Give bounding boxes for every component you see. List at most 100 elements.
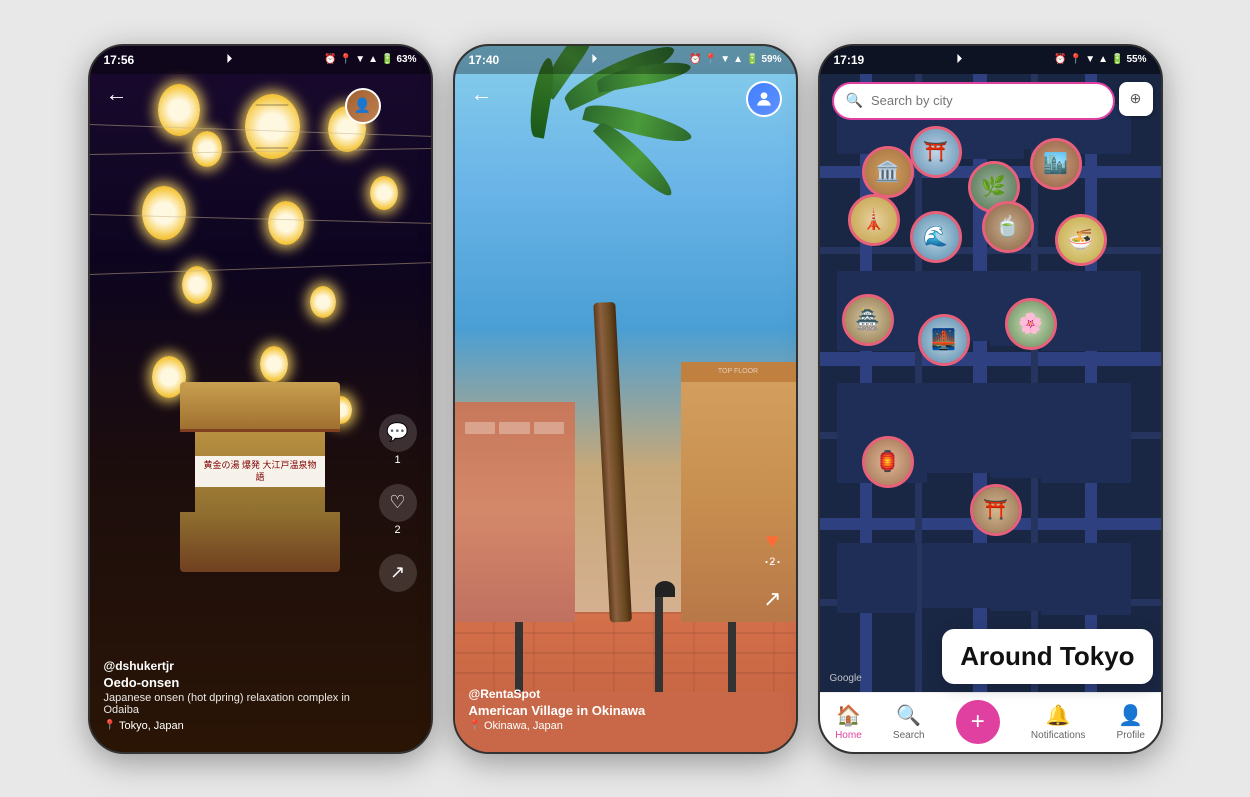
share-button-2[interactable]: ↗	[763, 586, 781, 612]
map-pin-5[interactable]: 🗼	[848, 194, 900, 246]
map-pin-8[interactable]: 🍜	[1055, 214, 1107, 266]
block13	[837, 543, 917, 613]
avatar-image: 👤	[345, 88, 381, 124]
wifi-icon2: ▲	[733, 54, 743, 65]
comment-icon: 💬	[379, 414, 417, 452]
lamp-head-2	[655, 581, 675, 597]
lamp-2	[655, 597, 663, 697]
share-icon-2: ↗	[763, 586, 781, 612]
search-nav-icon: 🔍	[896, 703, 921, 728]
map-pin-2[interactable]: ⛩️	[910, 126, 962, 178]
building-left	[455, 402, 575, 622]
post-location-2: Okinawa, Japan	[469, 720, 736, 732]
phone2-time: 17:40	[469, 53, 500, 67]
action-icons: 💬 1 ♡ 2 ↗	[379, 414, 417, 592]
map-pin-12[interactable]: 🏮	[862, 436, 914, 488]
like-button[interactable]: ♡ 2	[379, 484, 417, 536]
like-count: 2	[394, 524, 400, 536]
nav-search[interactable]: 🔍 Search	[893, 703, 925, 741]
tower-sign: 黄金の湯 爆発 大江戸温泉物語	[195, 456, 325, 487]
phone1-status-bar: 17:56 ⏵ ⏰ 📍 ▼ ▲ 🔋 63%	[90, 46, 431, 74]
tower-mid: 黄金の湯 爆発 大江戸温泉物語	[195, 432, 325, 512]
nav-home[interactable]: 🏠 Home	[835, 703, 862, 741]
phone1-media-icon: ⏵	[227, 53, 233, 66]
more-options[interactable]: ···	[764, 551, 782, 572]
tower-top	[180, 382, 340, 432]
lantern-6	[268, 201, 304, 245]
lantern-3	[192, 131, 222, 167]
location-icon3: 📍	[1070, 54, 1082, 65]
tower-base	[180, 512, 340, 572]
home-icon: 🏠	[836, 703, 861, 728]
nav-add[interactable]: +	[956, 700, 1000, 744]
phone1-time: 17:56	[104, 53, 135, 67]
phone2-status-icons: ⏰ 📍 ▼ ▲ 🔋 59%	[689, 54, 781, 65]
map-pin-10[interactable]: 🌉	[918, 314, 970, 366]
search-input[interactable]	[871, 93, 1101, 108]
map-pin-9[interactable]: 🏯	[842, 294, 894, 346]
post-location: Tokyo, Japan	[104, 720, 371, 732]
plus-icon: +	[971, 708, 985, 736]
signal-icon3: ▼	[1085, 54, 1095, 65]
back-arrow-2[interactable]: ←	[471, 81, 493, 107]
crosshair-icon: ⊕	[1130, 90, 1142, 107]
post-description: Japanese onsen (hot dpring) relaxation c…	[104, 692, 371, 716]
lantern-5	[142, 186, 186, 240]
nav-notifications[interactable]: 🔔 Notifications	[1031, 703, 1085, 741]
battery-icon2: 🔋	[746, 54, 758, 65]
phone-okinawa: 17:40 ⏵ ⏰ 📍 ▼ ▲ 🔋 59% ← TOP FLOOR	[453, 44, 798, 754]
map-pin-13[interactable]: ⛩️	[970, 484, 1022, 536]
map-pin-7[interactable]: 🍵	[982, 201, 1034, 253]
phone-map: 17:19 ⏵ ⏰ 📍 ▼ ▲ 🔋 55%	[818, 44, 1163, 754]
user-avatar-2	[746, 81, 782, 117]
search-icon: 🔍	[846, 92, 863, 109]
around-tokyo-tooltip: Around Tokyo	[942, 629, 1152, 684]
lantern-1	[245, 94, 300, 159]
post-username: @dshukertjr	[104, 659, 371, 673]
phone2-status-bar: 17:40 ⏵ ⏰ 📍 ▼ ▲ 🔋 59%	[455, 46, 796, 74]
location-button[interactable]: ⊕	[1119, 82, 1153, 116]
signal-icon2: ▼	[720, 54, 730, 65]
map-pin-1[interactable]: 🏛️	[862, 146, 914, 198]
nav-search-label: Search	[893, 730, 925, 741]
map-pin-6[interactable]: 🌊	[910, 211, 962, 263]
battery-percent2: 59%	[761, 54, 781, 65]
alarm-icon: ⏰	[324, 54, 336, 65]
post-username-2: @RentaSpot	[469, 687, 736, 701]
search-bar[interactable]: 🔍	[832, 82, 1115, 120]
add-button[interactable]: +	[956, 700, 1000, 744]
nav-notifications-label: Notifications	[1031, 730, 1085, 741]
phone3-time: 17:19	[834, 53, 865, 67]
phone2-media-icon: ⏵	[592, 53, 598, 66]
block8	[1041, 271, 1141, 351]
user-avatar[interactable]: 👤	[345, 88, 381, 124]
back-arrow[interactable]: ←	[106, 81, 128, 107]
share-button[interactable]: ↗	[379, 554, 417, 592]
comment-count: 1	[394, 454, 400, 466]
battery-icon3: 🔋	[1111, 54, 1123, 65]
block12	[1041, 383, 1131, 483]
post-title-2: American Village in Okinawa	[469, 703, 736, 718]
wifi-icon3: ▲	[1098, 54, 1108, 65]
phone1-status-icons: ⏰ 📍 ▼ ▲ 🔋 63%	[324, 54, 416, 65]
block14	[922, 543, 997, 608]
phone3-media-icon: ⏵	[957, 53, 963, 66]
onsen-tower: 黄金の湯 爆発 大江戸温泉物語	[180, 382, 340, 572]
battery-percent3: 55%	[1126, 54, 1146, 65]
around-tokyo-text: Around Tokyo	[960, 641, 1134, 672]
profile-icon: 👤	[1118, 703, 1143, 728]
location-icon: 📍	[340, 54, 352, 65]
heart-icon: ♡	[379, 484, 417, 522]
okinawa-avatar[interactable]	[746, 81, 782, 117]
wifi-icon: ▲	[368, 54, 378, 65]
phone3-status-icons: ⏰ 📍 ▼ ▲ 🔋 55%	[1054, 54, 1146, 65]
nav-profile[interactable]: 👤 Profile	[1117, 703, 1145, 741]
bell-icon: 🔔	[1046, 703, 1071, 728]
comment-button[interactable]: 💬 1	[379, 414, 417, 466]
lantern-11	[260, 346, 288, 382]
battery-icon: 🔋	[381, 54, 393, 65]
map-pin-4[interactable]: 🏙️	[1030, 138, 1082, 190]
post-title: Oedo-onsen	[104, 675, 371, 690]
post-info: @dshukertjr Oedo-onsen Japanese onsen (h…	[104, 659, 371, 732]
map-pin-11[interactable]: 🌸	[1005, 298, 1057, 350]
